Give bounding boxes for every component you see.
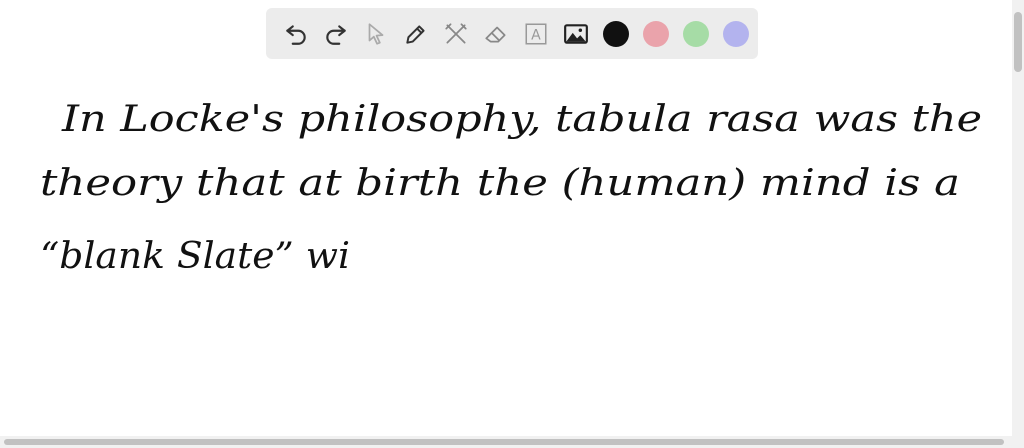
handwritten-text: In Locke's philosophy, tabula rasa was t…	[40, 99, 982, 277]
image-tool-button[interactable]	[556, 14, 596, 54]
pen-icon	[406, 24, 425, 44]
cursor-icon	[368, 22, 384, 45]
redo-icon	[326, 24, 346, 45]
text-box-icon: A	[525, 22, 547, 45]
undo-button[interactable]	[276, 14, 316, 54]
color-swatch-pink[interactable]	[643, 20, 669, 47]
handwritten-line-2: theory that at birth the (human) mind is…	[40, 163, 960, 204]
select-tool-button[interactable]	[356, 14, 396, 54]
redo-button[interactable]	[316, 14, 356, 54]
eraser-tool-button[interactable]	[476, 14, 516, 54]
tools-icon	[445, 22, 467, 44]
horizontal-scroll-thumb[interactable]	[4, 439, 1004, 445]
vertical-scroll-thumb[interactable]	[1014, 12, 1022, 72]
color-swatch-black[interactable]	[603, 20, 629, 47]
whiteboard-canvas[interactable]: In Locke's philosophy, tabula rasa was t…	[0, 0, 1012, 436]
image-icon	[564, 23, 588, 44]
handwritten-line-1: In Locke's philosophy, tabula rasa was t…	[61, 99, 982, 140]
drawing-toolbar: A	[266, 8, 758, 59]
color-swatch-green[interactable]	[683, 20, 709, 47]
undo-icon	[286, 24, 306, 45]
text-tool-button[interactable]: A	[516, 14, 556, 54]
vertical-scrollbar[interactable]	[1012, 0, 1024, 436]
handwritten-line-3: “blank Slate” wi	[40, 236, 350, 277]
color-swatch-purple[interactable]	[723, 20, 749, 47]
pen-tool-button[interactable]	[396, 14, 436, 54]
tools-button[interactable]	[436, 14, 476, 54]
text-tool-label: A	[531, 27, 541, 43]
horizontal-scrollbar[interactable]	[0, 436, 1024, 448]
eraser-icon	[485, 26, 506, 42]
